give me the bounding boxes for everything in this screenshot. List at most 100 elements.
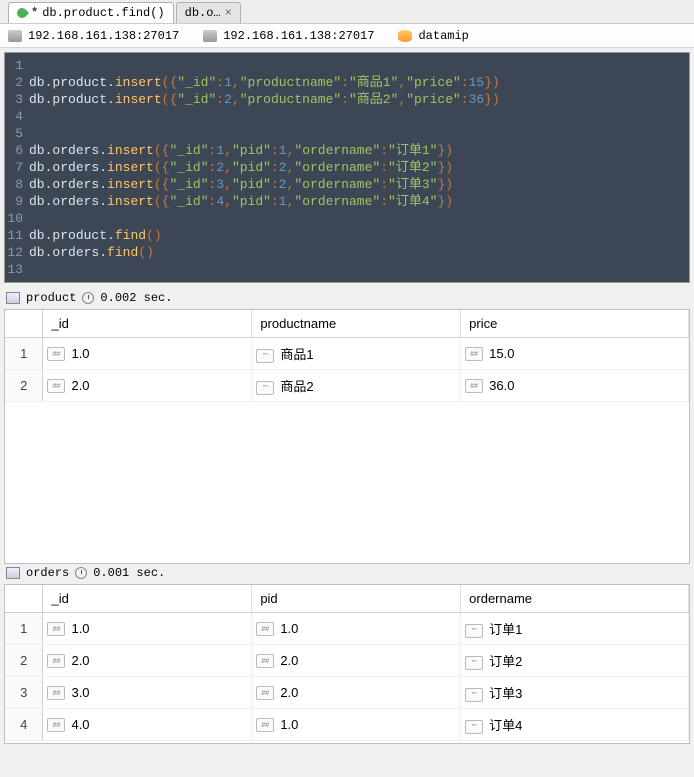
table-cell[interactable]: ##2.0	[252, 677, 461, 709]
table-cell[interactable]: ## 1.0	[252, 709, 461, 741]
col-header[interactable]: _id	[43, 585, 252, 613]
tab-title: db.product.find()	[42, 6, 164, 20]
table-row[interactable]: 2##2.0##2.0""订单2	[5, 645, 689, 677]
tab-title: db.o…	[185, 6, 221, 20]
database-name[interactable]: datamip	[418, 29, 468, 43]
code-text: db.product.find()	[29, 227, 162, 244]
type-badge-icon: ##	[47, 379, 65, 393]
code-line[interactable]: 5	[5, 125, 689, 142]
code-line[interactable]: 11db.product.find()	[5, 227, 689, 244]
table-cell[interactable]: ##1.0	[43, 338, 252, 370]
tab-product-find[interactable]: * db.product.find()	[8, 2, 174, 23]
table-row[interactable]: 3##3.0##2.0""订单3	[5, 677, 689, 709]
code-line[interactable]: 8db.orders.insert({"_id":3,"pid":2,"orde…	[5, 176, 689, 193]
server-icon	[203, 30, 217, 42]
table-cell[interactable]: ##3.0	[43, 677, 252, 709]
grid-icon	[6, 292, 20, 304]
table-cell[interactable]: ""订单4	[461, 709, 689, 741]
type-badge-icon: ""	[256, 349, 274, 363]
type-badge-icon: ##	[47, 654, 65, 668]
type-badge-icon: ""	[465, 624, 483, 638]
cell-value: 订单1	[489, 622, 522, 637]
line-number: 9	[5, 193, 29, 210]
type-badge-icon: ""	[465, 688, 483, 702]
cell-value: 2.0	[71, 378, 89, 393]
table-cell[interactable]: ""订单2	[461, 645, 689, 677]
table-cell[interactable]: ##4.0	[43, 709, 252, 741]
table-cell[interactable]: ## 2.0	[43, 370, 252, 402]
type-badge-icon: ##	[256, 622, 274, 636]
code-line[interactable]: 2db.product.insert({"_id":1,"productname…	[5, 74, 689, 91]
tab-orders[interactable]: db.o… ×	[176, 2, 241, 23]
cell-value: 商品1	[280, 347, 313, 362]
table-cell[interactable]: "" 订单1	[461, 613, 689, 645]
orders-table-wrap: _id pid ordername 1##1.0##1.0""订单12##2.0…	[4, 584, 690, 744]
result-name: orders	[26, 566, 69, 580]
table-row[interactable]: 1##1.0""商品1##15.0	[5, 338, 689, 370]
table-cell[interactable]: ##1.0	[43, 613, 252, 645]
row-number: 2	[5, 645, 43, 677]
corner-cell	[5, 310, 43, 338]
row-number: 3	[5, 677, 43, 709]
type-badge-icon: ##	[256, 718, 274, 732]
code-text: db.orders.insert({"_id":2,"pid":2,"order…	[29, 159, 453, 176]
col-header[interactable]: pid	[252, 585, 461, 613]
code-text: db.product.insert({"_id":2,"productname"…	[29, 91, 500, 108]
cell-value: 15.0	[489, 346, 514, 361]
corner-cell	[5, 585, 43, 613]
cell-value: 1.0	[280, 621, 298, 636]
grid-icon	[6, 567, 20, 579]
server-icon	[8, 30, 22, 42]
line-number: 1	[5, 57, 29, 74]
host2[interactable]: 192.168.161.138:27017	[223, 29, 374, 43]
col-header[interactable]: ordername	[461, 585, 689, 613]
table-row[interactable]: 1##1.0##1.0""订单1	[5, 613, 689, 645]
table-cell[interactable]: ## 15.0	[461, 338, 689, 370]
line-number: 3	[5, 91, 29, 108]
table-cell[interactable]: ## 1.0	[252, 613, 461, 645]
product-table[interactable]: _id productname price 1##1.0""商品1##15.02…	[5, 310, 689, 402]
code-line[interactable]: 13	[5, 261, 689, 278]
row-number: 4	[5, 709, 43, 741]
table-row[interactable]: 4##4.0 ## 1.0 ""订单4	[5, 709, 689, 741]
close-icon[interactable]: ×	[225, 6, 232, 20]
code-line[interactable]: 3db.product.insert({"_id":2,"productname…	[5, 91, 689, 108]
cell-value: 商品2	[280, 379, 313, 394]
result-time: 0.002 sec.	[100, 291, 172, 305]
code-line[interactable]: 6db.orders.insert({"_id":1,"pid":1,"orde…	[5, 142, 689, 159]
table-cell[interactable]: ##2.0	[43, 645, 252, 677]
col-header[interactable]: price	[461, 310, 689, 338]
result-header: product 0.002 sec.	[4, 287, 690, 309]
type-badge-icon: ""	[465, 656, 483, 670]
code-line[interactable]: 1	[5, 57, 689, 74]
host1[interactable]: 192.168.161.138:27017	[28, 29, 179, 43]
line-number: 5	[5, 125, 29, 142]
table-row[interactable]: 2##2.0""商品2##36.0	[5, 370, 689, 402]
cell-value: 3.0	[71, 685, 89, 700]
table-cell[interactable]: ""订单3	[461, 677, 689, 709]
table-cell[interactable]: ##2.0	[252, 645, 461, 677]
orders-table[interactable]: _id pid ordername 1##1.0##1.0""订单12##2.0…	[5, 585, 689, 741]
code-text: db.orders.insert({"_id":3,"pid":2,"order…	[29, 176, 453, 193]
cell-value: 订单4	[489, 718, 522, 733]
col-header[interactable]: _id	[43, 310, 252, 338]
table-cell[interactable]: ""商品2	[252, 370, 461, 402]
code-line[interactable]: 10	[5, 210, 689, 227]
code-line[interactable]: 4	[5, 108, 689, 125]
table-cell[interactable]: ##36.0	[461, 370, 689, 402]
cell-value: 1.0	[71, 621, 89, 636]
code-line[interactable]: 12db.orders.find()	[5, 244, 689, 261]
line-number: 13	[5, 261, 29, 278]
clock-icon	[75, 567, 87, 579]
code-editor[interactable]: 12db.product.insert({"_id":1,"productnam…	[4, 52, 690, 283]
connection-bar: 192.168.161.138:27017 192.168.161.138:27…	[0, 24, 694, 48]
code-line[interactable]: 9db.orders.insert({"_id":4,"pid":1,"orde…	[5, 193, 689, 210]
code-line[interactable]: 7db.orders.insert({"_id":2,"pid":2,"orde…	[5, 159, 689, 176]
line-number: 11	[5, 227, 29, 244]
result-name: product	[26, 291, 76, 305]
col-header[interactable]: productname	[252, 310, 461, 338]
table-cell[interactable]: "" 商品1	[252, 338, 461, 370]
cell-value: 1.0	[280, 717, 298, 732]
line-number: 4	[5, 108, 29, 125]
type-badge-icon: ##	[465, 347, 483, 361]
